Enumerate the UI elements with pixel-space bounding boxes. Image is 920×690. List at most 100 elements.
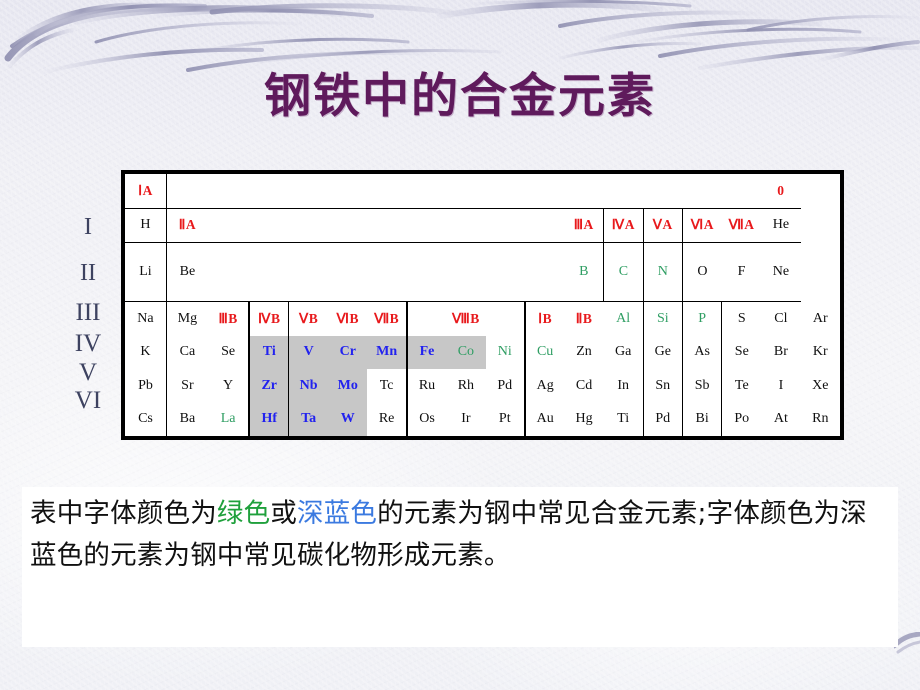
element-Co: Co (446, 335, 486, 370)
element-V: V (288, 335, 329, 370)
group-header-IIB: ⅡB (575, 310, 593, 326)
element-Kr: Kr (812, 344, 828, 360)
period-label-1: I (84, 214, 92, 240)
element-Re: Re (367, 402, 408, 436)
element-In: In (603, 369, 644, 403)
element-Pd: Pd (485, 369, 526, 403)
element-Mg: Mg (177, 310, 198, 326)
element-F: F (721, 242, 762, 303)
element-Sr: Sr (181, 377, 194, 393)
element-Zr: Zr (249, 369, 290, 403)
element-P: P (682, 301, 723, 336)
header-gap-VIA (682, 174, 722, 209)
element-Sb: Sb (682, 369, 723, 403)
element-W: W (328, 402, 368, 436)
group-header-VB: ⅤB (299, 310, 319, 326)
element-Ar: Ar (812, 310, 828, 326)
header-gap-left (166, 174, 565, 209)
element-Si: Si (643, 301, 683, 336)
caption-part-1: 表中字体颜色为 (30, 498, 217, 529)
period1-gap (207, 208, 565, 244)
group-header-zero: 0 (761, 174, 801, 209)
element-Cr: Cr (328, 335, 368, 370)
element-Ga: Ga (603, 335, 644, 370)
element-Sn: Sn (643, 369, 683, 403)
periodic-table-image: ⅠA 0 H ⅡA ⅢA ⅣA ⅤA ⅥA ⅦA He Li Be B C N … (121, 170, 844, 440)
period-label-2: II (80, 260, 96, 286)
element-Li: Li (125, 242, 167, 303)
group-header-VIA: ⅥA (682, 208, 722, 244)
element-Se: Se (734, 344, 749, 360)
slide-canvas: 钢铁中的合金元素 I II III IV V VI ⅠA 0 H ⅡA ⅢA Ⅳ… (0, 0, 920, 690)
element-Tl: Ti (603, 402, 644, 436)
periodic-table: ⅠA 0 H ⅡA ⅢA ⅣA ⅤA ⅥA ⅦA He Li Be B C N … (125, 174, 840, 436)
group-header-IA: ⅠA (125, 174, 167, 209)
element-At: At (773, 411, 788, 427)
element-O: O (682, 242, 722, 303)
element-Pt: Pt (485, 402, 526, 436)
table-row-period-1: H ⅡA ⅢA ⅣA ⅤA ⅥA ⅦA He (125, 208, 840, 244)
element-Ti: Ti (249, 335, 290, 370)
element-Mo: Mo (328, 369, 368, 403)
element-K: K (125, 335, 167, 370)
header-gap-IIIA (564, 174, 604, 209)
period-label-6: VI (74, 387, 102, 414)
header-gap-VA (643, 174, 683, 209)
element-Xe: Xe (812, 377, 829, 393)
element-Zn: Zn (576, 344, 592, 360)
element-Ta: Ta (288, 402, 329, 436)
table-row-period-5: Pb Sr Y Zr Nb Mo Tc Ru Rh Pd Ag Cd In Sn… (125, 369, 840, 403)
element-Mn: Mn (367, 335, 408, 370)
element-Rb: Pb (125, 369, 167, 403)
element-Y: Y (207, 369, 251, 403)
element-Ir: Ir (461, 411, 471, 427)
table-row-period-6: Cs Ba La Hf Ta W Re Os Ir Pt Au Hg Ti Pd… (125, 402, 840, 436)
element-B: B (564, 242, 605, 303)
group-header-IIA: ⅡA (166, 208, 208, 244)
caption-part-2: 或 (270, 498, 298, 529)
header-gap-IVA (603, 174, 644, 209)
caption-green-word: 绿色 (216, 498, 271, 529)
caption-blue-word: 深蓝色 (297, 498, 378, 529)
element-Ni: Ni (485, 335, 526, 370)
group-header-VIIIB: ⅧB (406, 301, 526, 336)
group-header-IVB: ⅣB (249, 301, 290, 336)
element-Pb: Pd (643, 402, 683, 436)
period-label-3: III (75, 299, 101, 326)
period2-gap (207, 242, 565, 303)
element-Nb: Nb (288, 369, 329, 403)
element-Cl: Cl (774, 310, 788, 326)
table-row-header-top: ⅠA 0 (125, 174, 840, 209)
slide-title: 钢铁中的合金元素 (264, 69, 656, 124)
element-As: As (682, 335, 723, 370)
header-gap-VIIA (721, 174, 762, 209)
element-Na: Na (125, 301, 167, 336)
element-Bi: Bi (682, 402, 723, 436)
caption-textbox: 表中字体颜色为绿色或深蓝色的元素为钢中常见合金元素;字体颜色为深蓝色的元素为钢中… (22, 487, 898, 647)
element-C: C (603, 242, 644, 303)
element-Rn: Rn (812, 411, 829, 427)
period-label-4: IV (74, 330, 102, 357)
element-Hf: Hf (249, 402, 290, 436)
element-Be: Be (166, 242, 208, 303)
element-Al: Al (603, 301, 644, 336)
group-header-VIB: ⅥB (336, 310, 359, 326)
table-row-period-2: Li Be B C N O F Ne (125, 242, 840, 303)
element-Sc: Se (207, 335, 251, 370)
element-S: S (737, 310, 746, 326)
element-Hg: Hg (575, 411, 593, 427)
element-Fe: Fe (406, 335, 447, 370)
element-La: La (207, 402, 251, 436)
element-Cd: Cd (575, 377, 593, 393)
element-Au: Au (536, 411, 554, 427)
element-I: I (778, 377, 784, 393)
table-row-bgroup-headers: Na Mg ⅢB ⅣB ⅤB ⅥB ⅦB ⅧB ⅠB ⅡB Al Si P S … (125, 301, 840, 336)
table-row-period-4: K Ca Se Ti V Cr Mn Fe Co Ni Cu Zn Ga Ge … (125, 335, 840, 370)
element-Ne: Ne (761, 242, 801, 303)
group-header-IVA: ⅣA (603, 208, 644, 244)
element-Po: Po (734, 411, 750, 427)
element-Ba: Ba (179, 411, 196, 427)
group-header-IIIB: ⅢB (207, 301, 251, 336)
period-label-5: V (78, 359, 98, 386)
element-Rh: Rh (457, 377, 475, 393)
